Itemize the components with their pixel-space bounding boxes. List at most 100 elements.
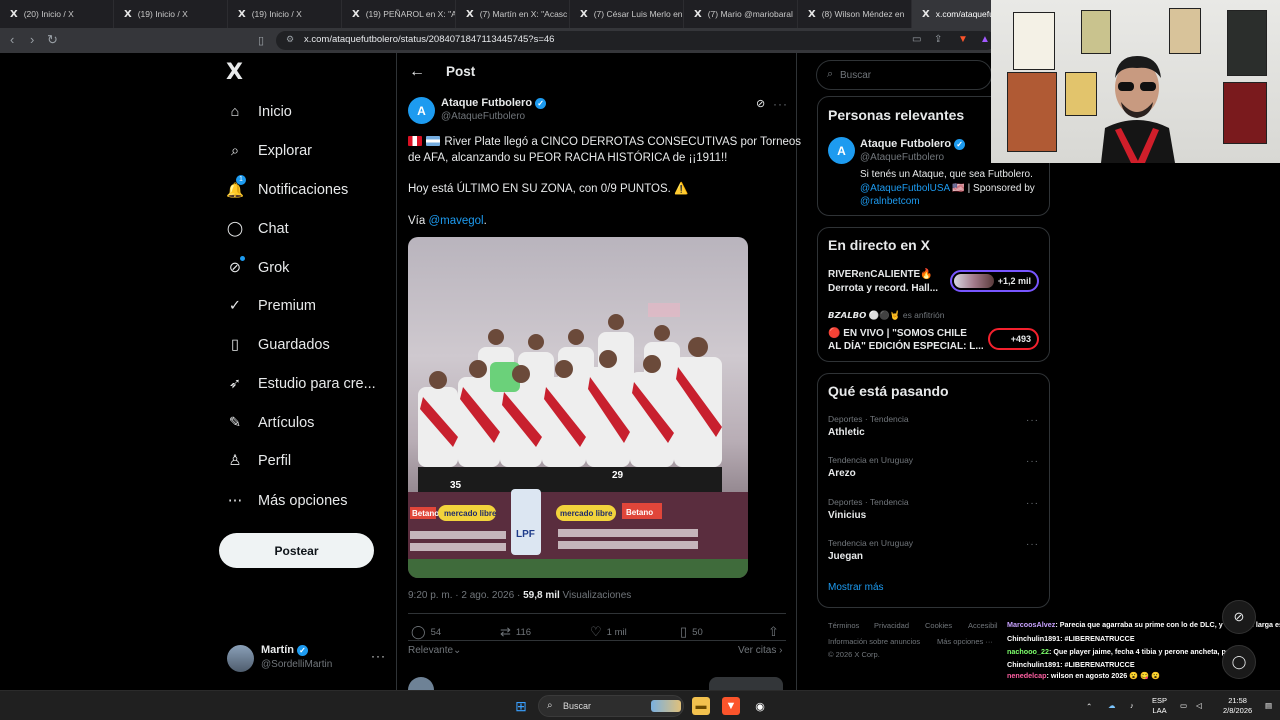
language-indicator[interactable]: ESP LAA [1152,696,1167,716]
mention-link[interactable]: @ralnbetcom [860,196,920,207]
sidebar-item-label: Inicio [258,104,292,120]
more-icon[interactable]: ··· [1026,456,1039,467]
browser-tab[interactable]: X (19) Inicio / X [228,0,342,28]
account-switcher[interactable]: Martín ✓ @SordelliMartin ··· [227,643,387,673]
browser-tab[interactable]: X (7) Mario @mariobaral [684,0,798,28]
reply-button[interactable]: ◯ 54 [411,624,441,640]
sidebar-item-premium[interactable]: ✓ Premium [226,294,316,318]
post-button[interactable]: Postear [219,533,374,568]
messages-float-icon[interactable]: ◯ [1222,645,1256,679]
sort-dropdown[interactable]: Relevante⌄ [408,645,461,656]
more-icon[interactable]: ··· [1026,539,1039,550]
live-item-title[interactable]: RIVERenCALIENTE🔥 [828,269,933,280]
footer-link[interactable]: Cookies [925,621,952,630]
sidebar-item-perfil[interactable]: ♙ Perfil [226,449,292,473]
avatar [227,645,254,672]
trend-name[interactable]: Athletic [828,427,865,438]
rewards-icon[interactable]: ▲ [980,34,990,45]
reply-pill[interactable] [709,677,783,691]
live-item-title[interactable]: AL DÍA" EDICIÓN ESPECIAL: L... [828,341,984,352]
brave-shield-icon[interactable]: ▼ [958,34,968,45]
share-button[interactable]: ⇧ [768,624,779,640]
sidebar-item-más[interactable]: ⋯ Más opciones [226,489,348,513]
chat-user: MarcoosAlvez [1007,620,1056,629]
back-arrow-icon[interactable]: ← [409,63,425,81]
more-icon[interactable]: ··· [773,97,788,111]
browser-tab[interactable]: X (7) César Luis Merlo en [570,0,684,28]
tab-label: (7) Mario @mariobaral [707,9,793,19]
windows-start-icon[interactable]: ⊞ [512,697,530,715]
sidebar-item-explorar[interactable]: ⌕ Explorar [226,139,312,163]
obs-icon[interactable]: ◉ [751,697,769,715]
author-avatar[interactable]: A [408,97,435,124]
search-input[interactable]: ⌕ Buscar [816,60,992,90]
mention-link[interactable]: @mavegol [428,215,483,227]
author-avatar[interactable]: A [828,137,855,164]
repost-count: 116 [515,626,532,638]
sidebar-item-estudio[interactable]: ➶ Estudio para cre... [226,372,376,396]
footer-link[interactable]: Términos [828,621,859,630]
view-quotes-link[interactable]: Ver citas › [738,645,782,656]
volume-icon[interactable]: ◁ [1196,701,1202,711]
footer-link[interactable]: Privacidad [874,621,909,630]
footer-link[interactable]: Información sobre anuncios [828,637,920,646]
trend-name[interactable]: Vinicius [828,510,866,521]
bookmark-page-icon[interactable]: ▯ [258,34,264,47]
taskbar-search[interactable]: ⌕ Buscar [538,695,684,717]
url-field[interactable]: ⚙ x.com/ataquefutbolero/status/208407184… [276,31,996,50]
more-icon[interactable]: ··· [1026,498,1039,509]
tweet-text-line: de AFA, alcanzando su PEOR RACHA HISTÓRI… [408,152,728,164]
trend-name[interactable]: Arezo [828,468,856,479]
browser-tab[interactable]: X (20) Inicio / X [0,0,114,28]
sidebar-item-guardados[interactable]: ▯ Guardados [226,333,330,357]
tweet-image[interactable]: Betano mercado libre LPF mercado libre B… [408,237,748,578]
relevant-handle[interactable]: @AtaqueFutbolero [860,152,944,163]
bookmark-button[interactable]: ▯ 50 [680,624,703,640]
cast-icon[interactable]: ▭ [912,34,921,45]
tray-chevron-icon[interactable]: ⌃ [1086,702,1092,712]
more-icon[interactable]: ··· [1026,415,1039,426]
footer-link[interactable]: Más opciones ··· [937,637,993,646]
live-item-title[interactable]: Derrota y record. Hall... [828,283,938,294]
show-more-link[interactable]: Mostrar más [828,582,884,593]
browser-tab[interactable]: X (19) PEÑAROL en X: "A [342,0,456,28]
sidebar-item-chat[interactable]: ◯ Chat [226,217,289,241]
repost-button[interactable]: ⇄ 116 [500,624,531,640]
back-icon[interactable]: ‹ [10,32,14,47]
brave-browser-icon[interactable]: ▼ [722,697,740,715]
microphone-icon[interactable]: ♪ [1130,701,1134,711]
live-item-title[interactable]: 🔴 EN VIVO | "SOMOS CHILE [828,328,967,339]
reload-icon[interactable]: ↻ [47,32,58,48]
grok-icon[interactable]: ⊘ [756,97,765,110]
notification-center-icon[interactable]: ▤ [1265,701,1272,711]
trend-name[interactable]: Juegan [828,551,863,562]
mention-link[interactable]: @AtaqueFutbolUSA [860,183,950,194]
tray-app-icon[interactable]: ☁ [1108,701,1116,711]
share-icon[interactable]: ⇪ [934,34,942,45]
browser-tab[interactable]: X (7) Martín en X: "Acasc [456,0,570,28]
x-logo[interactable]: X [226,60,243,85]
forward-icon[interactable]: › [30,32,34,47]
sidebar-item-artículos[interactable]: ✎ Artículos [226,411,315,435]
live-listeners-pill[interactable]: +493 [988,328,1039,350]
sidebar-item-label: Más opciones [258,493,348,509]
footer-link[interactable]: Accesibil [968,621,998,630]
sidebar-item-notificaciones[interactable]: 🔔 Notificaciones 1 [226,175,348,202]
relevant-name[interactable]: Ataque Futbolero ✓ [860,138,966,150]
sidebar-item-inicio[interactable]: ⌂ Inicio [226,100,292,124]
author-name[interactable]: Ataque Futbolero ✓ [441,97,547,109]
post-timestamp[interactable]: 9:20 p. m. · 2 ago. 2026 · [408,590,523,601]
like-button[interactable]: ♡ 1 mil [590,624,627,640]
clock[interactable]: 21:58 2/8/2026 [1223,696,1252,716]
file-explorer-icon[interactable]: ▬ [692,697,710,715]
author-handle[interactable]: @AtaqueFutbolero [441,111,525,122]
browser-tab[interactable]: X (8) Wilson Méndez en [798,0,912,28]
network-icon[interactable]: ▭ [1180,701,1187,711]
sidebar-item-grok[interactable]: ⊘ Grok [226,256,289,280]
site-info-icon[interactable]: ⚙ [286,34,294,45]
live-listeners-pill[interactable]: +1,2 mil [950,270,1039,292]
browser-tab[interactable]: X (19) Inicio / X [114,0,228,28]
more-icon[interactable]: ··· [371,649,386,663]
grok-float-icon[interactable]: ⊘ [1222,600,1256,634]
account-handle: @SordelliMartin [261,659,333,670]
